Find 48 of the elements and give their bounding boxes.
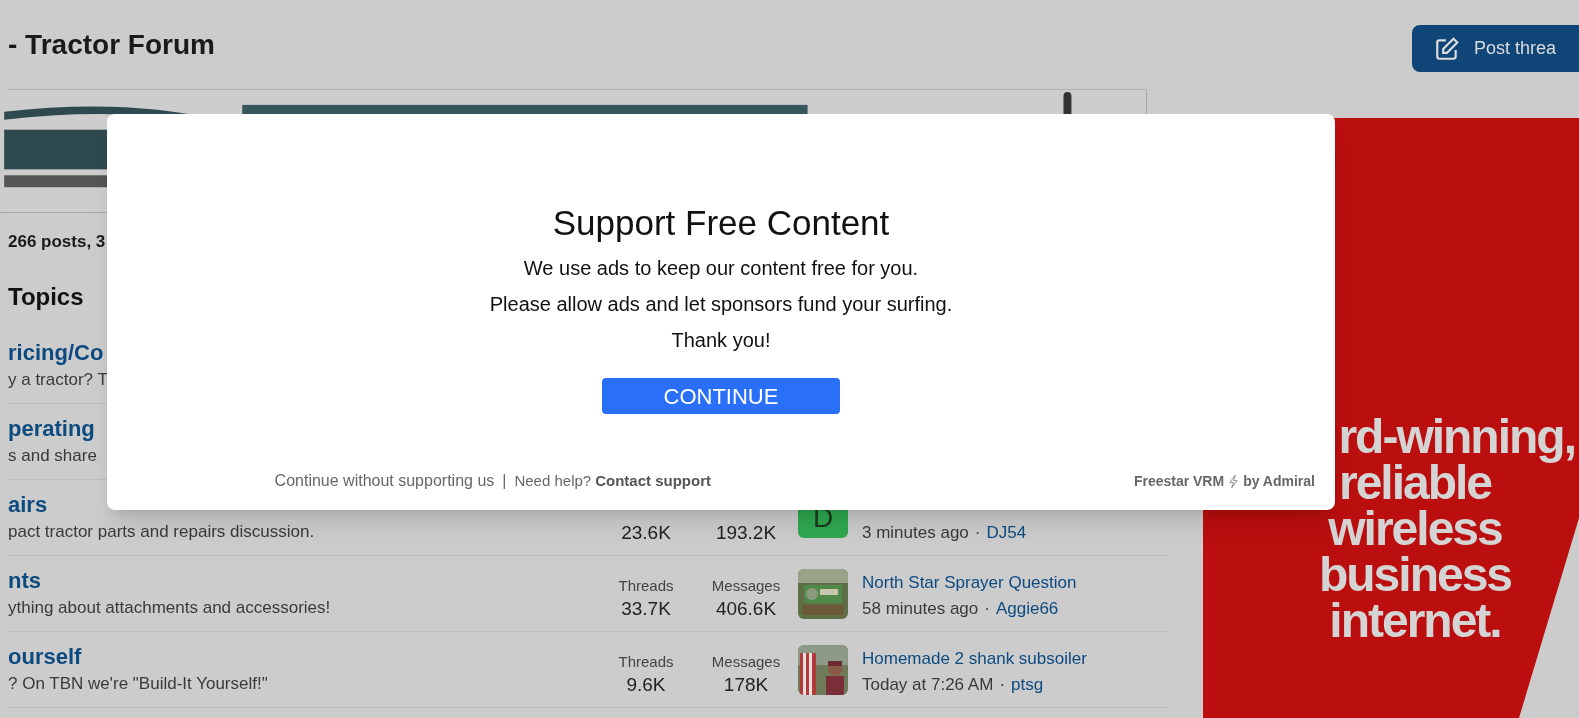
username-link[interactable]: Aggie66	[995, 595, 1059, 622]
ad-text: reliable	[1338, 460, 1492, 506]
forum-description: s and share	[8, 444, 98, 467]
help-label: Need help?	[514, 470, 592, 491]
separator-dot: ·	[984, 597, 990, 620]
ad-text: wireless	[1328, 506, 1502, 552]
brand-suffix: by Admiral	[1243, 471, 1315, 491]
modal-message: Thank you!	[671, 328, 771, 353]
stat-label: Messages	[711, 575, 781, 596]
stat-value: 178K	[723, 672, 769, 697]
stat-value: 33.7K	[621, 596, 671, 621]
continue-button[interactable]: CONTINUE	[602, 378, 840, 414]
thread-link[interactable]: North Star Sprayer Question	[862, 569, 1077, 596]
stat-label: Messages	[711, 651, 781, 672]
username-link[interactable]: DJ54	[986, 519, 1027, 546]
post-time: 3 minutes ago	[862, 521, 969, 544]
ad-text: internet.	[1329, 598, 1501, 644]
stat-value: 193.2K	[715, 520, 777, 545]
stat-value: 9.6K	[626, 672, 666, 697]
forum-stats: 266 posts, 3	[8, 231, 107, 253]
forum-description: y a tractor? T	[8, 368, 109, 391]
username-link[interactable]: ptsg	[1011, 671, 1044, 698]
modal-title: Support Free Content	[552, 202, 890, 244]
edit-icon	[1434, 35, 1460, 62]
page-title: - Tractor Forum	[8, 27, 215, 62]
thread-link[interactable]: Homemade 2 shank subsoiler	[862, 645, 1087, 672]
modal-message: Please allow ads and let sponsors fund your surfing.	[489, 292, 953, 317]
modal-message: We use ads to keep our content free for you.	[523, 256, 919, 281]
separator-dot: ·	[999, 673, 1006, 696]
contact-support-link[interactable]: Contact support	[595, 469, 711, 493]
forum-description: ything about attachments and accessories!	[8, 596, 332, 619]
post-time: 58 minutes ago	[862, 597, 979, 620]
forum-title[interactable]: ourself	[8, 642, 588, 671]
separator-dot: ·	[974, 521, 981, 544]
separator: |	[502, 471, 507, 491]
stat-label: Threads	[618, 575, 674, 596]
stat-label: Threads	[618, 651, 674, 672]
stat-value: 406.6K	[715, 596, 777, 621]
post-time: Today at 7:26 AM	[862, 673, 994, 696]
post-thread-button[interactable]: Post threa	[1412, 25, 1579, 72]
section-heading: Topics	[8, 282, 84, 312]
skip-link[interactable]: Continue without supporting us	[274, 469, 495, 493]
forum-title[interactable]: nts	[8, 566, 588, 595]
forum-description: ? On TBN we're "Build-It Yourself!"	[8, 672, 269, 695]
stat-value: 23.6K	[621, 520, 671, 545]
forum-description: pact tractor parts and repairs discussion.	[8, 520, 316, 543]
ad-text: business	[1318, 552, 1512, 598]
lightning-icon	[1228, 473, 1240, 489]
